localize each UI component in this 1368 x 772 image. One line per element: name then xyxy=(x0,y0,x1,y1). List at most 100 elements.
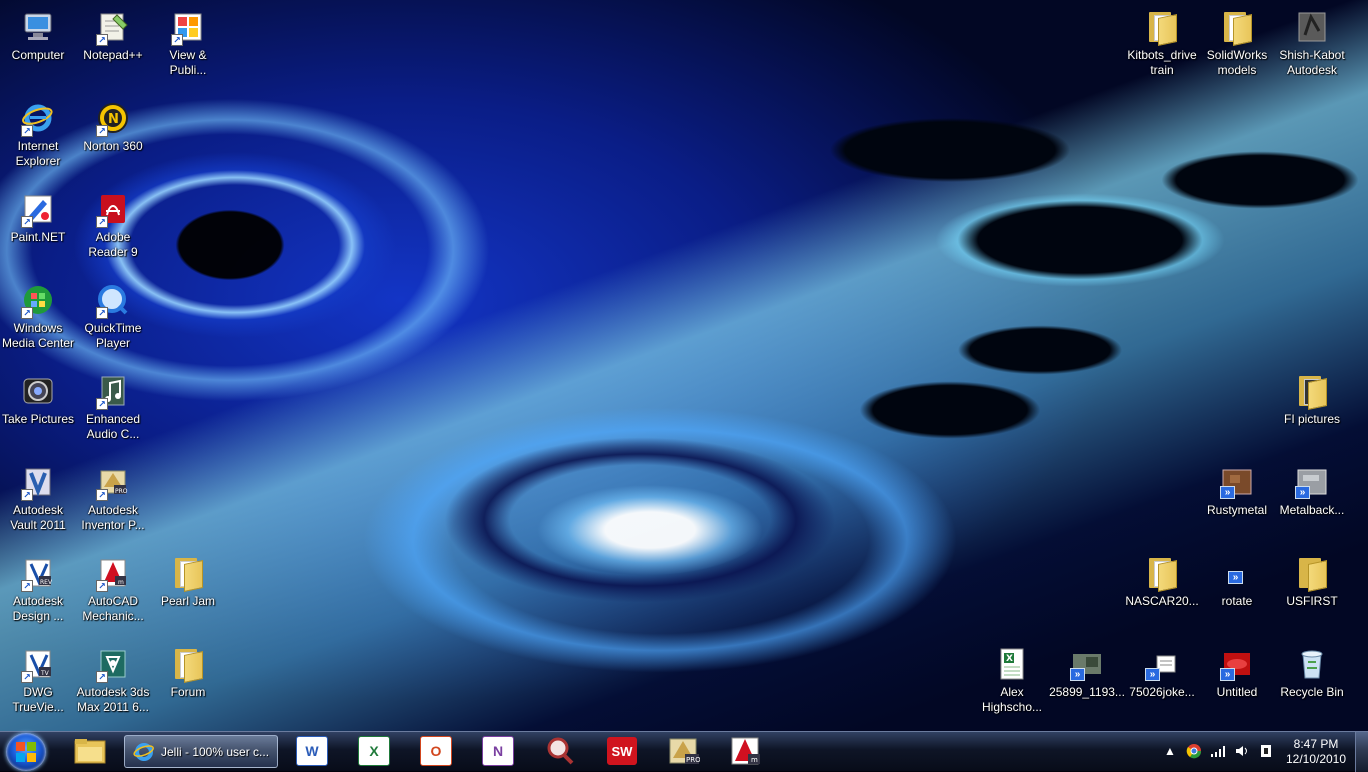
desktop-icon-autodesk-vault[interactable]: ↗ Autodesk Vault 2011 xyxy=(0,460,76,546)
desktop-icon-internet-explorer[interactable]: ↗ Internet Explorer xyxy=(0,96,76,182)
windows-media-center-icon: ↗ xyxy=(21,283,55,319)
desktop-icon-windows-media-center[interactable]: ↗ Windows Media Center xyxy=(0,278,76,364)
icon-label: Recycle Bin xyxy=(1280,685,1344,699)
icon-label: 75026joke... xyxy=(1129,685,1195,699)
desktop-icon-recycle-bin[interactable]: Recycle Bin xyxy=(1274,642,1350,728)
desktop-icon-autocad-mechanical[interactable]: m ↗ AutoCAD Mechanic... xyxy=(75,551,151,637)
action-center-flag-icon[interactable] xyxy=(1258,743,1274,759)
desktop-icon-alex-highschool[interactable]: X Alex Highscho... xyxy=(974,642,1050,728)
computer-icon xyxy=(21,10,55,44)
desktop-icon-enhanced-audio[interactable]: ↗ Enhanced Audio C... xyxy=(75,369,151,455)
shortcut-arrow-icon: » xyxy=(1295,486,1310,499)
clock-time: 8:47 PM xyxy=(1293,737,1339,751)
windows-logo-icon xyxy=(16,742,36,762)
shortcut-arrow-icon: ↗ xyxy=(96,671,108,683)
taskbar-solidworks-button[interactable]: SW xyxy=(594,734,650,768)
clock[interactable]: 8:47 PM 12/10/2010 xyxy=(1280,737,1352,767)
taskbar-excel-button[interactable]: X xyxy=(346,734,402,768)
shortcut-arrow-icon: ↗ xyxy=(96,216,108,228)
desktop-wallpaper[interactable]: Computer ↗ Internet Explorer ↗ Paint.NET… xyxy=(0,0,1368,731)
desktop-icon-fi-pictures[interactable]: FI pictures xyxy=(1274,369,1350,455)
desktop-icon-metalback[interactable]: » Metalback... xyxy=(1274,460,1350,546)
desktop-icon-norton-360[interactable]: N ↗ Norton 360 xyxy=(75,96,151,182)
window-title: Jelli - 100% user c... xyxy=(161,744,270,759)
excel-file-icon: X xyxy=(995,647,1029,681)
desktop-icon-pearl-jam[interactable]: Pearl Jam xyxy=(150,551,226,637)
onenote-icon: N xyxy=(482,736,514,766)
quicktime-icon: ↗ xyxy=(96,283,130,319)
image-shortcut-icon: » xyxy=(1145,647,1179,681)
autocad-icon: m xyxy=(731,737,760,765)
desktop-icon-kitbots-drivetrain[interactable]: Kitbots_drive train xyxy=(1124,5,1200,91)
taskbar-onenote-button[interactable]: N xyxy=(470,734,526,768)
taskbar-window-jelli[interactable]: Jelli - 100% user c... xyxy=(124,735,278,768)
autodesk-vault-icon: ↗ xyxy=(21,465,55,501)
desktop-icon-untitled[interactable]: » Untitled xyxy=(1199,642,1275,728)
shortcut-arrow-icon: » xyxy=(1220,486,1235,499)
word-icon: W xyxy=(296,736,328,766)
desktop-icon-dwg-trueview[interactable]: TV ↗ DWG TrueVie... xyxy=(0,642,76,728)
image-shortcut-icon: » xyxy=(1070,647,1104,681)
shortcut-arrow-icon: » xyxy=(1220,668,1235,681)
desktop-icon-adobe-reader[interactable]: ↗ Adobe Reader 9 xyxy=(75,187,151,273)
taskbar-outlook-button[interactable]: O xyxy=(408,734,464,768)
dwg-trueview-icon: TV ↗ xyxy=(21,647,55,683)
desktop-icon-usfirst[interactable]: USFIRST xyxy=(1274,551,1350,637)
desktop-icon-autodesk-design[interactable]: REV ↗ Autodesk Design ... xyxy=(0,551,76,637)
desktop-icon-shish-kabot[interactable]: Shish-Kabot Autodesk xyxy=(1274,5,1350,91)
taskbar-explorer-button[interactable] xyxy=(62,734,118,768)
show-hidden-icons-icon[interactable]: ▲ xyxy=(1162,743,1178,759)
desktop-icon-75026joke[interactable]: » 75026joke... xyxy=(1124,642,1200,728)
icon-label: Autodesk Design ... xyxy=(12,594,64,623)
show-desktop-button[interactable] xyxy=(1355,732,1368,772)
icon-label: Alex Highscho... xyxy=(981,685,1043,714)
internet-explorer-icon: ↗ xyxy=(21,101,55,137)
icon-label: SolidWorks models xyxy=(1206,48,1268,77)
icon-label: DWG TrueVie... xyxy=(12,685,64,714)
volume-icon[interactable] xyxy=(1234,743,1250,759)
folder-icon xyxy=(171,647,205,684)
icon-label: Autodesk Vault 2011 xyxy=(10,503,66,532)
folder-icon xyxy=(1220,10,1254,47)
icon-label: View & Publi... xyxy=(169,48,207,77)
taskbar-autocad-button[interactable]: m xyxy=(718,734,774,768)
taskbar-word-button[interactable]: W xyxy=(284,734,340,768)
image-shortcut-icon: » xyxy=(1220,465,1254,499)
taskbar-inventor-button[interactable]: PRO xyxy=(656,734,712,768)
taskbar-search-tool-button[interactable] xyxy=(532,734,588,768)
desktop-icon-take-pictures[interactable]: Take Pictures xyxy=(0,369,76,455)
desktop-icon-paint-net[interactable]: ↗ Paint.NET xyxy=(0,187,76,273)
icon-label: QuickTime Player xyxy=(84,321,142,350)
recycle-bin-icon xyxy=(1295,647,1329,681)
icon-label: Adobe Reader 9 xyxy=(88,230,138,259)
folder-dark-icon xyxy=(1295,10,1329,44)
desktop-icon-nascar[interactable]: NASCAR20... xyxy=(1124,551,1200,637)
desktop-icon-solidworks-models[interactable]: SolidWorks models xyxy=(1199,5,1275,91)
desktop-icon-rotate[interactable]: » rotate xyxy=(1199,551,1275,637)
desktop-icon-view-publish[interactable]: ↗ View & Publi... xyxy=(150,5,226,91)
icon-label: Enhanced Audio C... xyxy=(85,412,141,441)
chrome-icon[interactable] xyxy=(1186,743,1202,759)
network-signal-icon[interactable] xyxy=(1210,743,1226,759)
desktop-icon-quicktime[interactable]: ↗ QuickTime Player xyxy=(75,278,151,364)
desktop-icon-autodesk-inventor[interactable]: PRO ↗ Autodesk Inventor P... xyxy=(75,460,151,546)
taskbar: Jelli - 100% user c... W X O N SW PRO m … xyxy=(0,731,1368,772)
desktop-icon-notepad-plus-plus[interactable]: ↗ Notepad++ xyxy=(75,5,151,91)
shortcut-arrow-icon: ↗ xyxy=(96,307,108,319)
svg-text:TV: TV xyxy=(40,670,50,677)
shortcut-arrow-icon: ↗ xyxy=(96,34,108,46)
desktop-icon-25899[interactable]: » 25899_1193... xyxy=(1049,642,1125,728)
solidworks-icon: SW xyxy=(607,737,637,765)
shortcut-arrow-icon: ↗ xyxy=(96,398,108,410)
folder-icon xyxy=(1295,374,1329,411)
icon-label: NASCAR20... xyxy=(1125,594,1199,608)
icon-label: Rustymetal xyxy=(1206,503,1268,517)
desktop-icon-rustymetal[interactable]: » Rustymetal xyxy=(1199,460,1275,546)
icon-label: USFIRST xyxy=(1286,594,1338,608)
start-button[interactable] xyxy=(6,733,46,771)
autodesk-inventor-icon: PRO xyxy=(669,738,700,764)
desktop-icon-forum[interactable]: Forum xyxy=(150,642,226,728)
desktop-icon-computer[interactable]: Computer xyxy=(0,5,76,91)
notepad-plus-plus-icon: ↗ xyxy=(96,10,130,46)
desktop-icon-3ds-max[interactable]: ↗ Autodesk 3ds Max 2011 6... xyxy=(75,642,151,728)
